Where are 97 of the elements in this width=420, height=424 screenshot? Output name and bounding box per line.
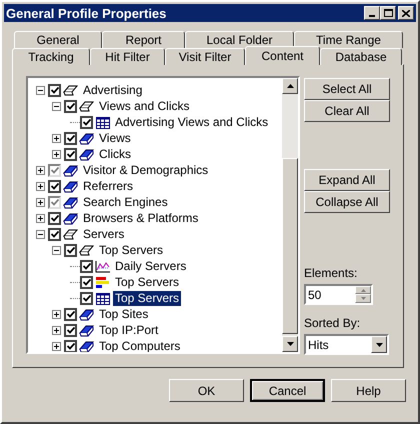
tab[interactable]: Report — [102, 31, 185, 48]
checkbox[interactable] — [80, 260, 93, 272]
scroll-down-button[interactable] — [282, 336, 298, 352]
plus-icon[interactable] — [52, 310, 60, 318]
checkbox[interactable] — [64, 324, 77, 336]
book-icon — [79, 130, 95, 146]
checkbox[interactable] — [80, 276, 93, 288]
tree-item[interactable]: Top Servers — [113, 274, 182, 290]
checkbox[interactable] — [48, 212, 61, 224]
open-book-icon — [63, 82, 79, 98]
tree-item[interactable]: Top Servers — [97, 242, 166, 258]
scrollbar[interactable] — [282, 78, 298, 352]
spin-down-button[interactable] — [355, 294, 371, 303]
maximize-icon — [384, 9, 392, 17]
tree-item[interactable]: Daily Servers — [113, 258, 188, 274]
minimize-button[interactable] — [364, 6, 380, 20]
up-arrow-icon — [360, 288, 366, 292]
down-arrow-icon — [286, 342, 294, 346]
tab[interactable]: Visit Filter — [165, 48, 245, 65]
checkbox[interactable] — [48, 84, 61, 96]
line-chart-icon — [95, 258, 111, 274]
book-icon — [79, 146, 95, 162]
open-book-icon — [79, 242, 95, 258]
table-icon — [95, 114, 111, 130]
plus-icon[interactable] — [36, 182, 44, 190]
tab[interactable]: Time Range — [294, 31, 403, 48]
book-icon — [63, 162, 79, 178]
checkbox[interactable] — [48, 180, 61, 192]
minus-icon[interactable] — [52, 246, 60, 254]
minus-icon[interactable] — [52, 102, 60, 110]
checkbox[interactable] — [80, 292, 93, 304]
tree-item[interactable]: Referrers — [81, 178, 136, 194]
tab[interactable]: Local Folder — [185, 31, 294, 48]
checkbox[interactable] — [64, 308, 77, 320]
scroll-thumb[interactable] — [282, 158, 298, 334]
tree-item[interactable]: Views — [97, 130, 133, 146]
plus-icon[interactable] — [52, 134, 60, 142]
tree-item[interactable]: Advertising Views and Clicks — [113, 114, 270, 130]
button[interactable]: Clear All — [304, 100, 390, 122]
up-arrow-icon — [286, 84, 294, 88]
close-button[interactable] — [398, 6, 414, 20]
elements-label: Elements: — [304, 266, 358, 280]
window-title: General Profile Properties — [6, 6, 168, 20]
tab[interactable]: General — [14, 31, 102, 48]
plus-icon[interactable] — [52, 326, 60, 334]
book-icon — [63, 194, 79, 210]
button[interactable]: Collapse All — [304, 191, 390, 213]
dialog-button[interactable]: OK — [169, 379, 244, 402]
tree-item[interactable]: Advertising — [81, 82, 144, 98]
scroll-up-button[interactable] — [282, 78, 298, 94]
checkbox[interactable] — [48, 228, 61, 240]
minus-icon[interactable] — [36, 86, 44, 94]
button[interactable]: Expand All — [304, 169, 390, 191]
table-icon — [95, 290, 111, 306]
minimize-icon — [369, 15, 375, 17]
dropdown-button[interactable] — [371, 336, 387, 353]
sort-value: Hits — [307, 336, 330, 354]
open-book-icon — [79, 98, 95, 114]
dialog-button[interactable]: Help — [331, 379, 406, 402]
tree-item[interactable]: Servers — [81, 226, 126, 242]
plus-icon[interactable] — [36, 214, 44, 222]
down-arrow-icon — [360, 297, 366, 300]
sort-dropdown[interactable]: Hits — [304, 334, 389, 355]
checkbox[interactable] — [80, 116, 93, 128]
tree-item[interactable]: Browsers & Platforms — [81, 210, 200, 226]
tab[interactable]: Database — [320, 48, 402, 65]
dialog-button[interactable]: Cancel — [250, 379, 325, 402]
checkbox[interactable] — [64, 244, 77, 256]
book-icon — [63, 210, 79, 226]
close-icon — [402, 10, 410, 16]
book-icon — [63, 178, 79, 194]
tree-item[interactable]: Top Computers — [97, 338, 182, 352]
tree-item[interactable]: Top Servers — [113, 290, 182, 306]
checkbox[interactable] — [64, 100, 77, 112]
button[interactable]: Select All — [304, 78, 390, 100]
plus-icon[interactable] — [52, 342, 60, 350]
maximize-button[interactable] — [380, 6, 396, 20]
caret-icon — [376, 342, 382, 346]
tree-item[interactable]: Views and Clicks — [97, 98, 192, 114]
checkbox[interactable] — [64, 148, 77, 160]
minus-icon[interactable] — [36, 230, 44, 238]
sorted-by-label: Sorted By: — [304, 316, 362, 330]
checkbox[interactable] — [64, 340, 77, 352]
open-book-icon — [63, 226, 79, 242]
tree-item[interactable]: Top Sites — [97, 306, 150, 322]
tree-item[interactable]: Top IP:Port — [97, 322, 160, 338]
bar-chart-icon — [95, 274, 111, 290]
elements-spinbox[interactable]: 50 — [304, 284, 373, 305]
checkbox[interactable] — [64, 132, 77, 144]
spin-up-button[interactable] — [355, 286, 371, 294]
book-icon — [79, 306, 95, 322]
book-icon — [79, 322, 95, 338]
tab[interactable]: Content — [245, 46, 320, 65]
plus-icon[interactable] — [52, 150, 60, 158]
tree-item[interactable]: Clicks — [97, 146, 133, 162]
tab[interactable]: Hit Filter — [90, 48, 165, 65]
tab[interactable]: Tracking — [12, 48, 90, 65]
